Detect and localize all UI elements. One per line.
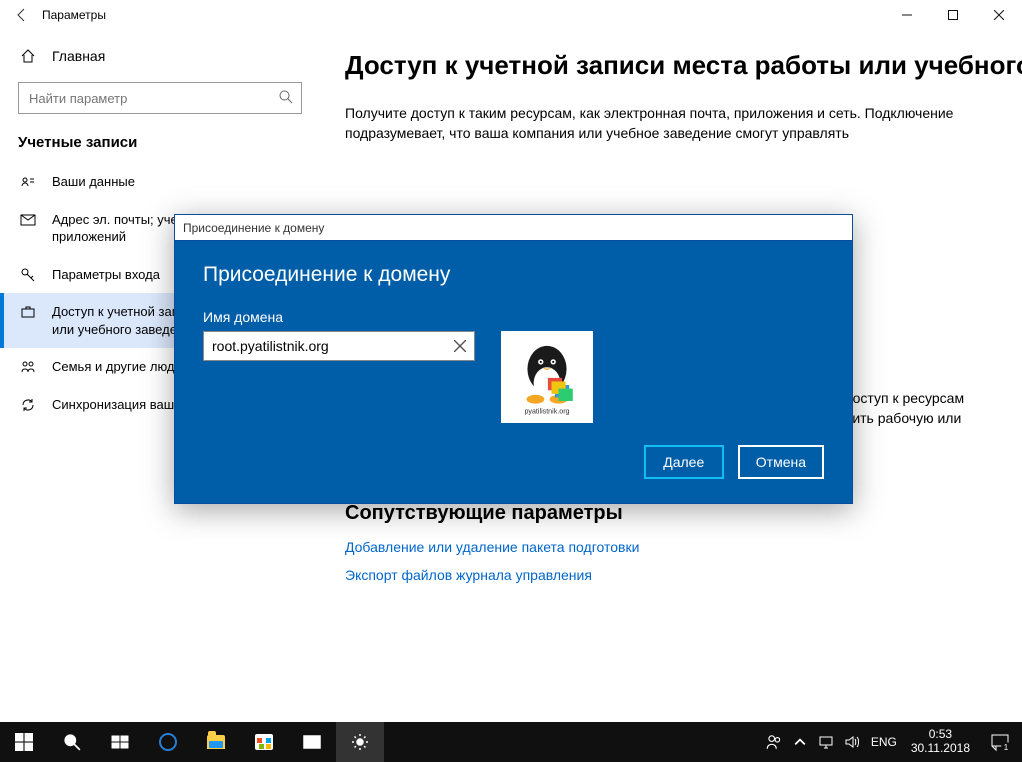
store-button[interactable]: [240, 722, 288, 762]
close-button[interactable]: [976, 0, 1022, 30]
explorer-button[interactable]: [192, 722, 240, 762]
clock-time: 0:53: [911, 728, 970, 742]
domain-input[interactable]: [203, 331, 475, 361]
page-title: Доступ к учетной записи места работы или…: [345, 50, 1022, 81]
window-title: Параметры: [42, 8, 106, 22]
related-heading: Сопутствующие параметры: [345, 502, 1022, 525]
edge-button[interactable]: [144, 722, 192, 762]
home-link[interactable]: Главная: [0, 40, 320, 72]
join-domain-dialog: Присоединение к домену Присоединение к д…: [174, 214, 853, 504]
dialog-titlebar-text: Присоединение к домену: [183, 221, 324, 235]
people-icon: [18, 359, 38, 375]
sidebar-item-your-info[interactable]: Ваши данные: [0, 163, 320, 201]
briefcase-icon: [18, 304, 38, 320]
volume-tray-icon[interactable]: [839, 722, 865, 762]
sync-icon: [18, 397, 38, 413]
sidebar-item-label: Ваши данные: [52, 173, 302, 191]
domain-field-label: Имя домена: [203, 309, 824, 325]
dialog-heading: Присоединение к домену: [203, 263, 824, 287]
start-button[interactable]: [0, 722, 48, 762]
clock-date: 30.11.2018: [911, 742, 970, 756]
minimize-button[interactable]: [884, 0, 930, 30]
cancel-button[interactable]: Отмена: [738, 445, 824, 479]
window-controls: [884, 0, 1022, 30]
action-center-button[interactable]: 1: [978, 722, 1022, 762]
clear-input-button[interactable]: [449, 335, 471, 357]
task-view-button[interactable]: [96, 722, 144, 762]
tray-chevron-icon[interactable]: [787, 722, 813, 762]
search-button[interactable]: [48, 722, 96, 762]
mail-icon: [18, 212, 38, 228]
taskbar: ENG 0:53 30.11.2018 1: [0, 722, 1022, 762]
dialog-titlebar[interactable]: Присоединение к домену: [175, 215, 852, 241]
provisioning-link[interactable]: Добавление или удаление пакета подготовк…: [345, 539, 639, 555]
settings-taskbar-button[interactable]: [336, 722, 384, 762]
logo-image: pyatilistnik.org: [501, 331, 593, 423]
home-label: Главная: [52, 48, 105, 64]
svg-text:1: 1: [1004, 743, 1009, 752]
people-tray-icon[interactable]: [761, 722, 787, 762]
next-button[interactable]: Далее: [644, 445, 724, 479]
sidebar-section-label: Учетные записи: [0, 130, 320, 163]
clock[interactable]: 0:53 30.11.2018: [903, 728, 978, 756]
window-titlebar: Параметры: [0, 0, 1022, 30]
maximize-button[interactable]: [930, 0, 976, 30]
svg-text:pyatilistnik.org: pyatilistnik.org: [524, 407, 569, 415]
back-button[interactable]: [8, 1, 36, 29]
person-card-icon: [18, 174, 38, 190]
export-logs-link[interactable]: Экспорт файлов журнала управления: [345, 567, 592, 583]
search-input[interactable]: [18, 82, 302, 114]
home-icon: [18, 48, 38, 64]
search-icon: [278, 89, 294, 110]
key-icon: [18, 267, 38, 283]
mail-button[interactable]: [288, 722, 336, 762]
language-indicator[interactable]: ENG: [865, 735, 903, 749]
network-tray-icon[interactable]: [813, 722, 839, 762]
intro-text: Получите доступ к таким ресурсам, как эл…: [345, 103, 975, 144]
